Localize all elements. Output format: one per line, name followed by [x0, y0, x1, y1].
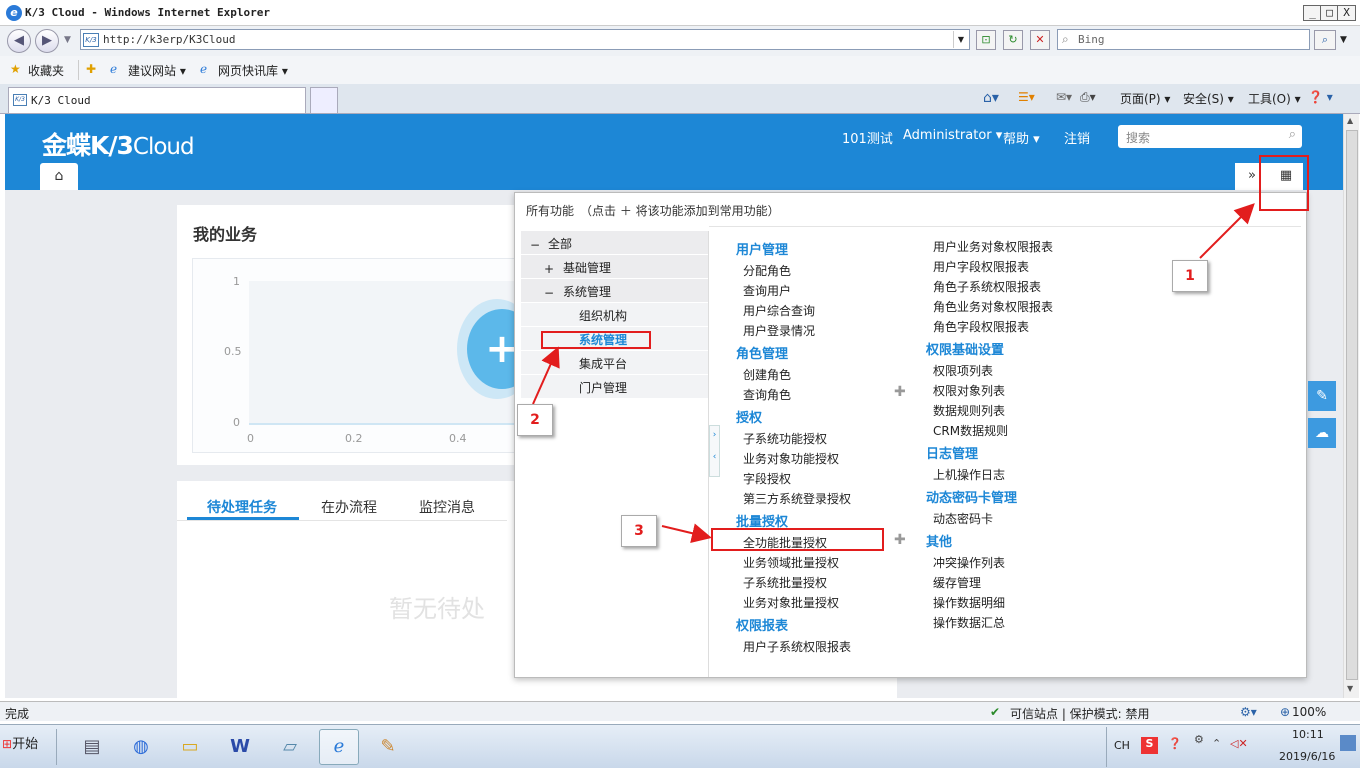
server-manager-icon[interactable]: ▤ [72, 729, 112, 765]
zone-status[interactable]: 可信站点 | 保护模式: 禁用 [1010, 705, 1150, 722]
start-label: 开始 [12, 737, 39, 752]
annotation-arrows [532, 203, 1255, 544]
show-desktop-button[interactable] [1340, 735, 1356, 751]
ime-settings-icon[interactable]: ⚙ [1194, 733, 1204, 746]
volume-muted-icon[interactable]: ◁✕ [1230, 737, 1248, 750]
clock-date[interactable]: 2019/6/16 [1279, 750, 1335, 763]
notepad-icon[interactable]: ▱ [270, 729, 310, 765]
ie-statusbar: 完成 ✔ 可信站点 | 保护模式: 禁用 ⚙▾ ⊕ 100% [0, 701, 1360, 721]
arrow-1 [1199, 203, 1255, 259]
zone-settings-icon[interactable]: ⚙▾ [1240, 705, 1257, 719]
zoom-icon: ⊕ [1280, 705, 1291, 719]
show-hidden-icons[interactable]: ⌃ [1212, 737, 1221, 750]
paint-icon[interactable]: ✎ [368, 729, 408, 765]
cloud-icon: ☁ [1315, 425, 1329, 441]
trusted-check-icon: ✔ [990, 705, 1001, 719]
scroll-up-icon[interactable]: ▲ [1347, 116, 1353, 125]
sogou-ime-icon[interactable]: S [1141, 737, 1158, 754]
feedback-icon: ✎ [1316, 388, 1328, 404]
clock-time[interactable]: 10:11 [1292, 728, 1324, 741]
page-scrollbar[interactable]: ▲ ▼ [1343, 114, 1359, 698]
status-text: 完成 [5, 707, 30, 721]
arrow-3 [661, 523, 712, 544]
annotation-label-3: 3 [621, 515, 657, 547]
annotation-label-2: 2 [517, 404, 553, 436]
help-tray-icon[interactable]: ❓ [1168, 737, 1182, 750]
word-icon[interactable]: W [220, 729, 260, 765]
start-button[interactable]: ⊞开始 [2, 733, 38, 761]
scrollbar-thumb[interactable] [1346, 130, 1358, 680]
divider [1106, 727, 1107, 767]
language-indicator[interactable]: CH [1114, 739, 1130, 752]
feedback-button[interactable]: ✎ [1308, 381, 1336, 411]
ie-taskbar-icon[interactable]: ℯ [319, 729, 359, 765]
zoom-level[interactable]: 100% [1292, 705, 1326, 719]
arrow-2 [532, 346, 560, 405]
explorer-folder-icon[interactable]: ▭ [170, 729, 210, 765]
divider [56, 729, 57, 765]
windows-taskbar: ⊞开始 ▤ ◍ ▭ W ▱ ℯ ✎ CH S ❓ ⚙ ⌃ ◁✕ 10:11 20… [0, 724, 1360, 768]
scroll-down-icon[interactable]: ▼ [1347, 684, 1353, 693]
cloud-button[interactable]: ☁ [1308, 418, 1336, 448]
windows-flag-icon: ⊞ [2, 737, 13, 751]
browser-globe-icon[interactable]: ◍ [121, 729, 161, 765]
annotation-label-1: 1 [1172, 260, 1208, 292]
